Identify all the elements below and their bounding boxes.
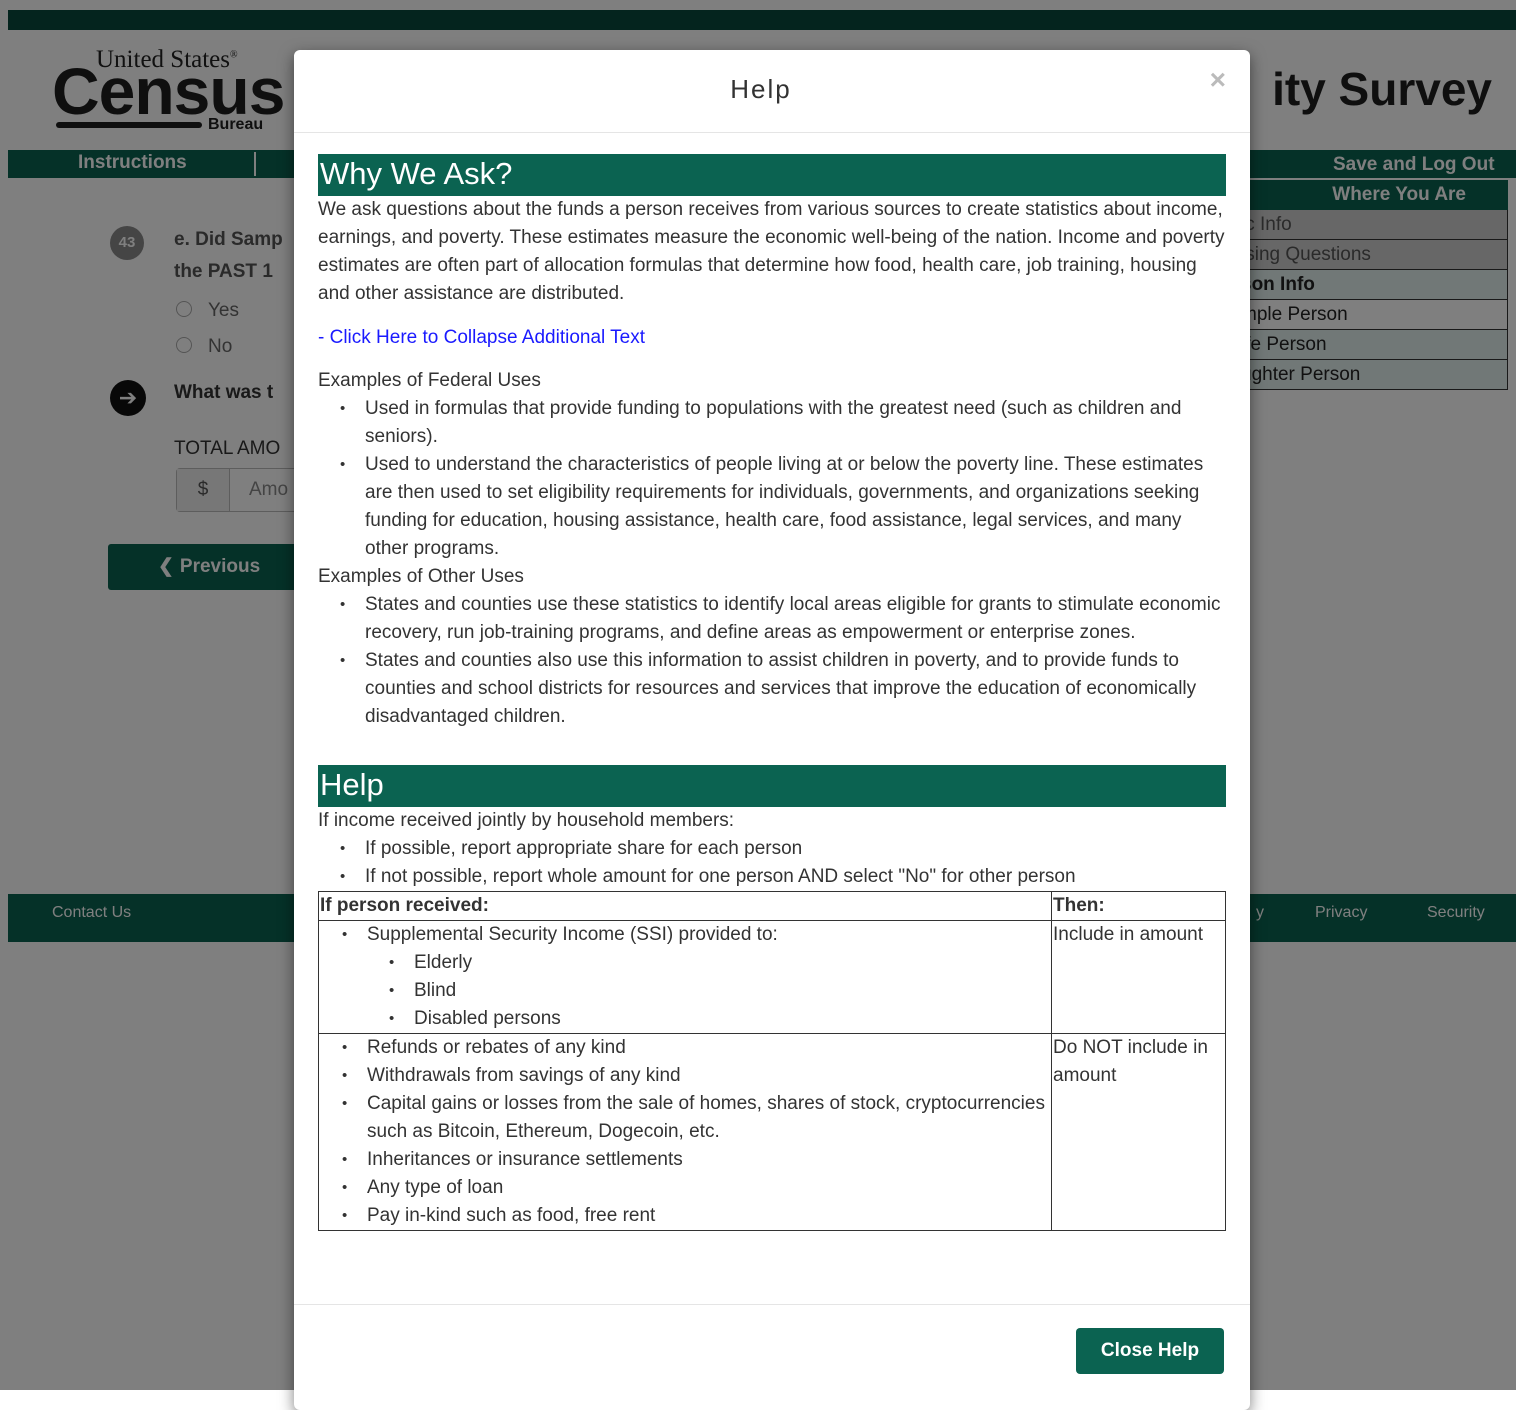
- table-header-row: If person received: Then:: [318, 891, 1226, 921]
- joint-income-intro: If income received jointly by household …: [318, 810, 735, 831]
- federal-uses-title: Examples of Federal Uses: [318, 370, 541, 391]
- list-item: States and counties also use this inform…: [340, 647, 1226, 731]
- list-item: Elderly: [389, 949, 1050, 977]
- why-we-ask-text: We ask questions about the funds a perso…: [318, 199, 1225, 304]
- why-we-ask-heading: Why We Ask?: [318, 154, 1226, 196]
- table-cell-include: Include in amount: [1051, 920, 1226, 1034]
- joint-income-list: If possible, report appropriate share fo…: [318, 835, 1226, 891]
- modal-header: Help ×: [294, 50, 1250, 133]
- table-row: Supplemental Security Income (SSI) provi…: [318, 920, 1226, 1034]
- other-uses-title: Examples of Other Uses: [318, 566, 524, 587]
- help-modal: Help × Why We Ask? We ask questions abou…: [294, 50, 1250, 1410]
- list-item: If possible, report appropriate share fo…: [340, 835, 1226, 863]
- list-item: Any type of loan: [342, 1174, 1050, 1202]
- list-item: Pay in-kind such as food, free rent: [342, 1202, 1050, 1230]
- table-row: Refunds or rebates of any kind Withdrawa…: [318, 1033, 1226, 1231]
- list-item: Disabled persons: [389, 1005, 1050, 1033]
- federal-uses-list: Used in formulas that provide funding to…: [318, 395, 1226, 563]
- list-item: If not possible, report whole amount for…: [340, 863, 1226, 891]
- list-item: Used to understand the characteristics o…: [340, 451, 1226, 563]
- table-header-received: If person received:: [318, 891, 1052, 921]
- ssi-sub-list: Elderly Blind Disabled persons: [367, 949, 1050, 1033]
- modal-body: Why We Ask? We ask questions about the f…: [318, 154, 1226, 1231]
- ssi-label: Supplemental Security Income (SSI) provi…: [367, 924, 778, 945]
- list-item: Capital gains or losses from the sale of…: [342, 1090, 1050, 1146]
- list-item: States and counties use these statistics…: [340, 591, 1226, 647]
- other-uses-list: States and counties use these statistics…: [318, 591, 1226, 731]
- list-item: Refunds or rebates of any kind: [342, 1034, 1050, 1062]
- table-header-then: Then:: [1051, 891, 1226, 921]
- help-heading: Help: [318, 765, 1226, 807]
- table-cell: Refunds or rebates of any kind Withdrawa…: [318, 1033, 1052, 1231]
- list-item: Withdrawals from savings of any kind: [342, 1062, 1050, 1090]
- income-rules-table: If person received: Then: Supplemental S…: [318, 891, 1226, 1231]
- modal-footer-divider: [294, 1304, 1250, 1305]
- table-cell-exclude: Do NOT include in amount: [1051, 1033, 1226, 1231]
- exclusions-list: Refunds or rebates of any kind Withdrawa…: [320, 1034, 1050, 1230]
- collapse-text-link[interactable]: - Click Here to Collapse Additional Text: [318, 324, 645, 352]
- list-item: Inheritances or insurance settlements: [342, 1146, 1050, 1174]
- close-icon[interactable]: ×: [1210, 64, 1226, 96]
- list-item: Supplemental Security Income (SSI) provi…: [342, 921, 1050, 1033]
- list-item: Blind: [389, 977, 1050, 1005]
- list-item: Used in formulas that provide funding to…: [340, 395, 1226, 451]
- close-help-button[interactable]: Close Help: [1076, 1328, 1224, 1374]
- modal-title: Help: [730, 74, 792, 104]
- ssi-list: Supplemental Security Income (SSI) provi…: [320, 921, 1050, 1033]
- table-cell: Supplemental Security Income (SSI) provi…: [318, 920, 1052, 1034]
